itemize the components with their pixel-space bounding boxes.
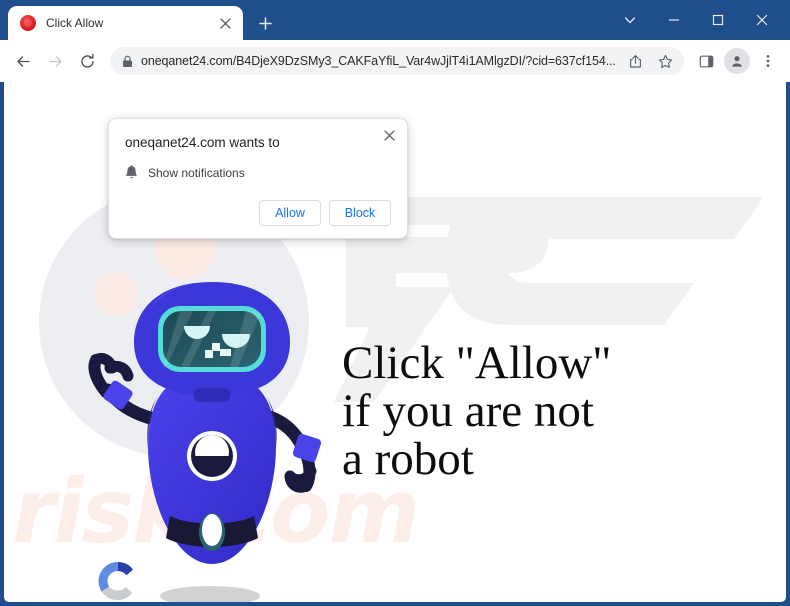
side-panel-icon[interactable] bbox=[692, 47, 720, 75]
arrow-right-icon bbox=[40, 46, 70, 76]
permission-row: Show notifications bbox=[109, 165, 407, 180]
share-icon[interactable] bbox=[624, 50, 646, 72]
e-captcha-c-logo bbox=[98, 561, 135, 601]
tab-strip: Click Allow bbox=[0, 0, 790, 40]
minimize-icon[interactable] bbox=[652, 4, 696, 35]
close-icon[interactable] bbox=[740, 4, 784, 35]
bell-icon bbox=[125, 165, 138, 180]
tab-title: Click Allow bbox=[46, 16, 104, 30]
page-title: Click "Allow" if you are not a robot bbox=[342, 337, 612, 485]
star-icon[interactable] bbox=[654, 50, 676, 72]
reload-icon[interactable] bbox=[72, 46, 102, 76]
browser-window: Click Allow oneqanet24.com/B4DjeX9DzSMy3… bbox=[0, 0, 790, 606]
dialog-actions: Allow Block bbox=[109, 200, 407, 226]
allow-button[interactable]: Allow bbox=[259, 200, 321, 226]
dialog-title: oneqanet24.com wants to bbox=[125, 135, 280, 150]
block-button[interactable]: Block bbox=[329, 200, 391, 226]
notification-permission-dialog: oneqanet24.com wants to Show notificatio… bbox=[108, 118, 408, 239]
close-icon[interactable] bbox=[379, 125, 399, 145]
e-captcha-logo: E-CAPTCHA bbox=[76, 558, 160, 602]
url-text: oneqanet24.com/B4DjeX9DzSMy3_CAKFaYfiL_V… bbox=[141, 54, 616, 68]
arrow-left-icon[interactable] bbox=[8, 46, 38, 76]
permission-label: Show notifications bbox=[148, 165, 245, 180]
three-dot-menu-icon[interactable] bbox=[754, 47, 782, 75]
chevron-down-icon[interactable] bbox=[608, 4, 652, 35]
address-bar[interactable]: oneqanet24.com/B4DjeX9DzSMy3_CAKFaYfiL_V… bbox=[110, 47, 684, 75]
window-controls bbox=[608, 4, 784, 35]
red-circle-favicon bbox=[20, 15, 36, 31]
page-viewport: risk.com bbox=[4, 82, 786, 602]
profile-avatar-icon[interactable] bbox=[724, 48, 750, 74]
browser-toolbar: oneqanet24.com/B4DjeX9DzSMy3_CAKFaYfiL_V… bbox=[0, 40, 790, 82]
lock-icon bbox=[122, 55, 133, 68]
maximize-icon[interactable] bbox=[696, 4, 740, 35]
new-tab-button[interactable] bbox=[251, 9, 279, 37]
browser-tab-click-allow[interactable]: Click Allow bbox=[8, 6, 243, 40]
close-icon[interactable] bbox=[215, 13, 235, 33]
robot-mascot-illustration bbox=[62, 264, 362, 602]
